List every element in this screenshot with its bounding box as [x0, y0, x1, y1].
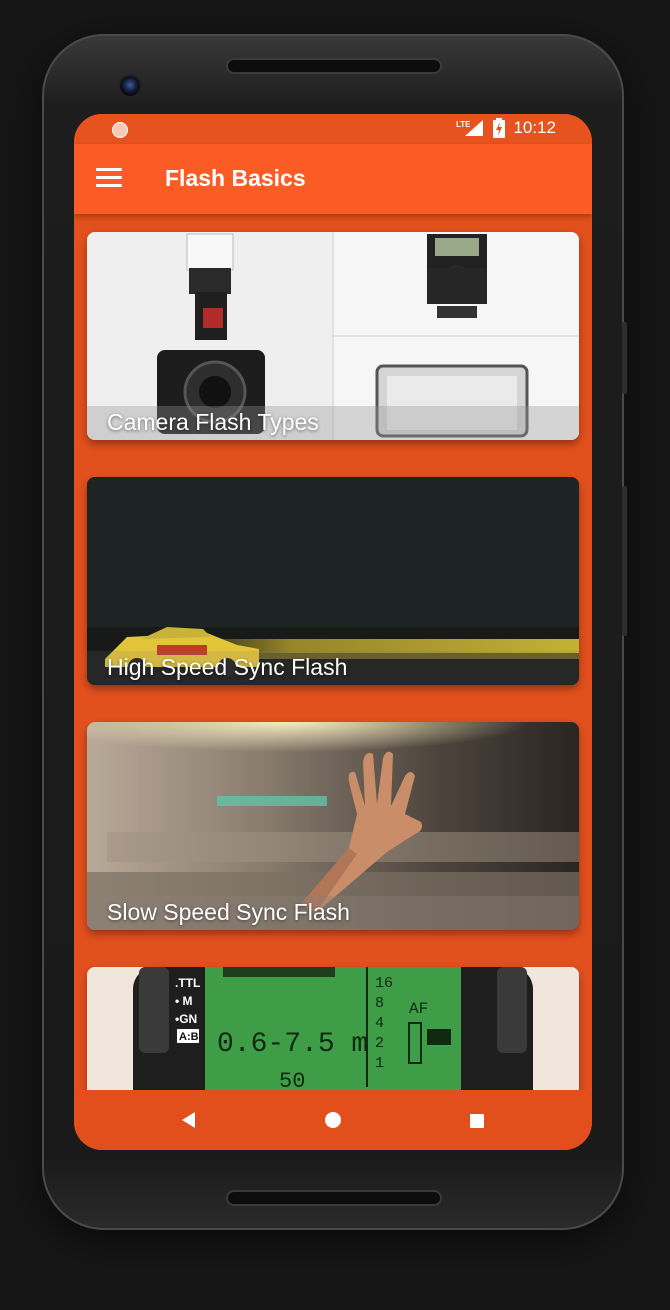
screen: LTE 10:12 Flash Basics Camera Flash Type…: [74, 114, 592, 1150]
svg-text:1: 1: [375, 1055, 384, 1072]
svg-text:8: 8: [375, 995, 384, 1012]
status-time: 10:12: [513, 118, 556, 137]
card-title: Slow Speed Sync Flash: [107, 899, 350, 925]
recents-icon[interactable]: [470, 1114, 484, 1128]
svg-text:A:B: A:B: [179, 1031, 199, 1043]
svg-text:.TTL: .TTL: [175, 976, 200, 990]
navigation-bar: [74, 1090, 592, 1150]
signal-icon: LTE: [456, 120, 484, 136]
topic-list[interactable]: Camera Flash Types High Speed Sync Flash…: [74, 214, 592, 1090]
battery-icon: [493, 118, 506, 138]
svg-text:2: 2: [375, 1035, 384, 1052]
bottom-speaker: [228, 1192, 440, 1204]
card-slow-speed-sync-flash[interactable]: Slow Speed Sync Flash: [87, 722, 579, 930]
card-flash-lcd[interactable]: TTL BL 0.6-7.5 m 50 16 8 4 2 1 AF .TTL •…: [87, 967, 579, 1090]
power-button: [622, 486, 627, 636]
svg-text:16: 16: [375, 975, 393, 992]
card-camera-flash-types[interactable]: Camera Flash Types: [87, 232, 579, 440]
notification-dot-icon: [112, 122, 128, 138]
svg-text:TTL BL: TTL BL: [227, 967, 277, 981]
page-title: Flash Basics: [165, 165, 306, 191]
svg-text:0.6-7.5 m: 0.6-7.5 m: [217, 1029, 368, 1060]
svg-text:AF: AF: [409, 1000, 428, 1018]
volume-button: [622, 322, 627, 394]
top-speaker: [228, 60, 440, 72]
svg-text:• M: • M: [175, 994, 193, 1008]
svg-text:4: 4: [375, 1015, 384, 1032]
svg-text:•GN: •GN: [175, 1012, 197, 1026]
svg-text:LTE: LTE: [456, 120, 471, 129]
card-title: High Speed Sync Flash: [107, 654, 348, 680]
status-bar: LTE 10:12: [74, 114, 592, 144]
front-camera: [120, 76, 140, 96]
card-high-speed-sync-flash[interactable]: High Speed Sync Flash: [87, 477, 579, 685]
flash-lcd-image: TTL BL 0.6-7.5 m 50 16 8 4 2 1 AF .TTL •…: [87, 967, 579, 1090]
menu-icon[interactable]: [96, 168, 122, 188]
app-bar: Flash Basics: [74, 144, 592, 214]
back-icon[interactable]: [182, 1112, 195, 1128]
card-title: Camera Flash Types: [107, 409, 319, 435]
home-icon[interactable]: [325, 1112, 341, 1128]
svg-text:50: 50: [279, 1069, 305, 1090]
